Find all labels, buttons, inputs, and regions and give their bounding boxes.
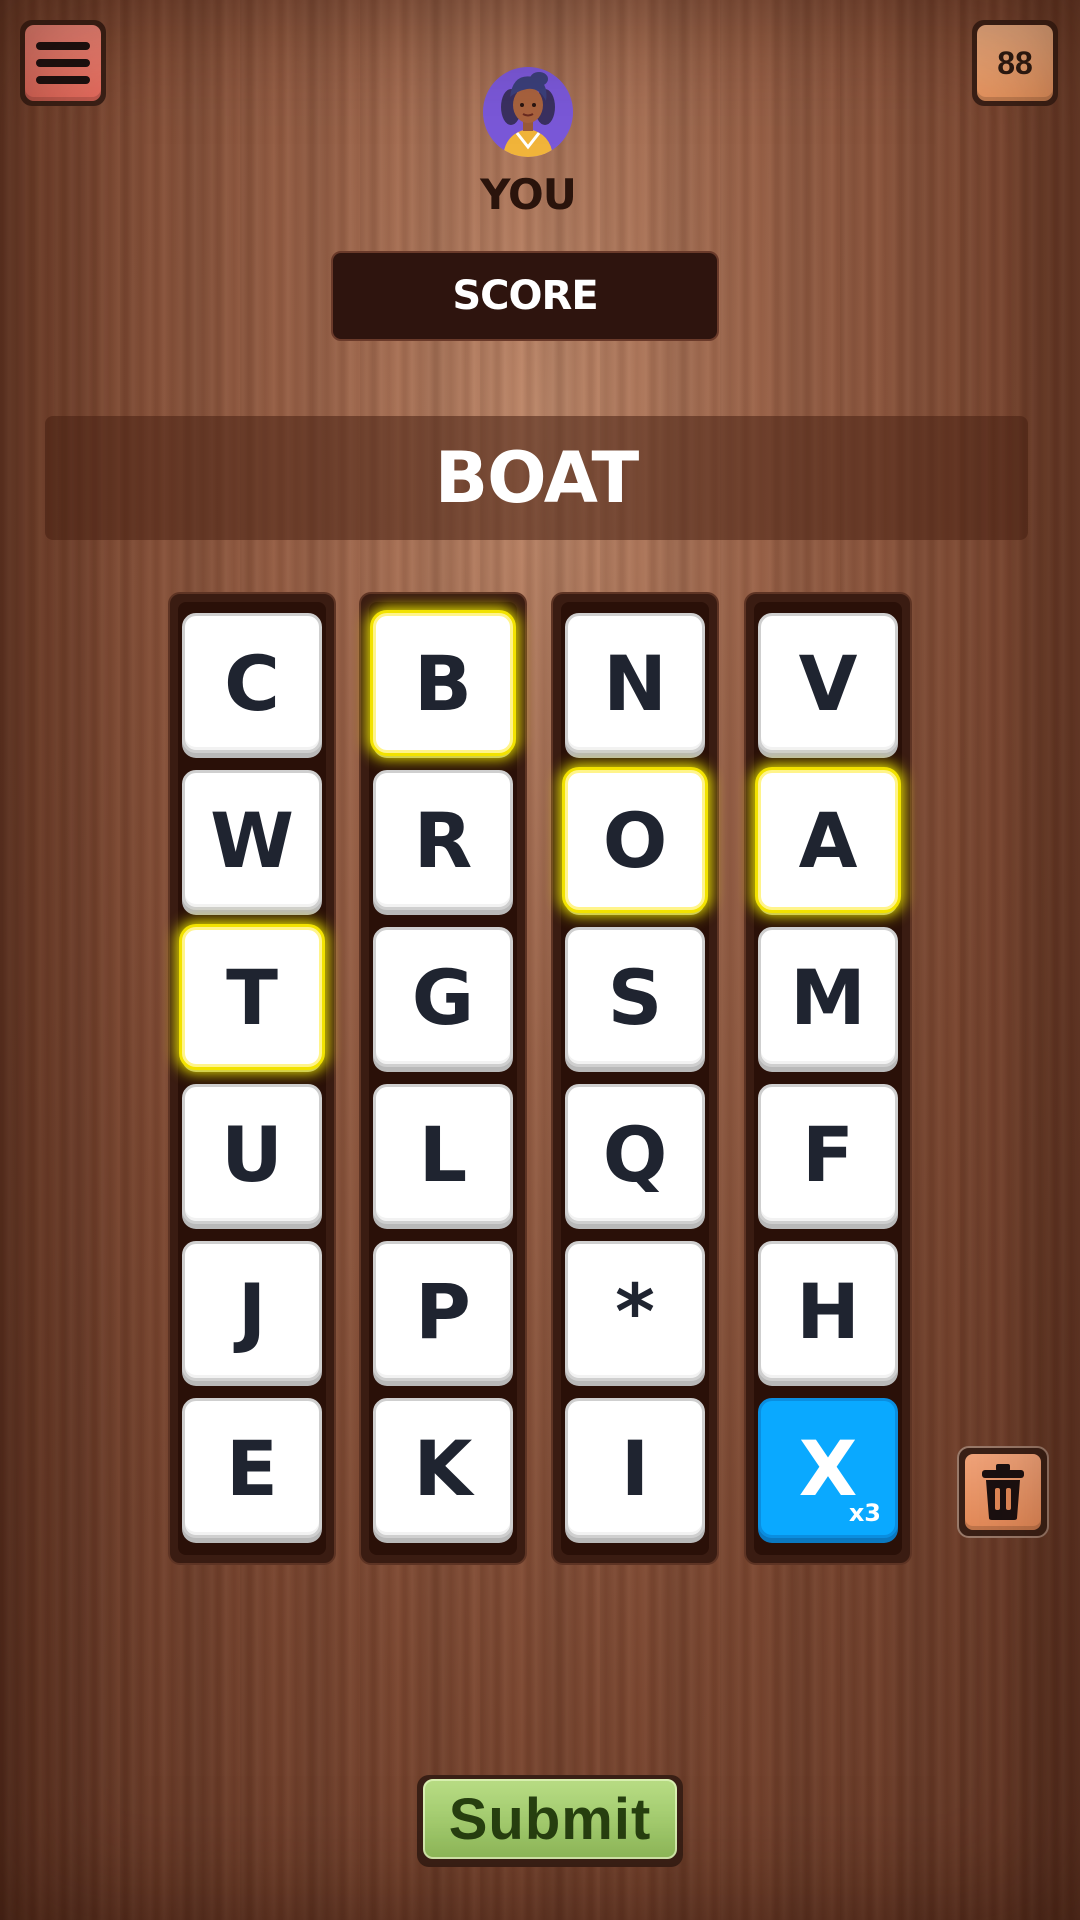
hamburger-menu-icon [36,42,90,84]
letter-tile-p[interactable]: P [373,1241,513,1381]
letter-tile-v[interactable]: V [758,613,898,753]
avatar-portrait-icon [483,67,573,157]
letter-tile-u[interactable]: U [182,1084,322,1224]
clear-button[interactable] [957,1446,1049,1538]
letter-tile-k[interactable]: K [373,1398,513,1538]
letter-tile-n[interactable]: N [565,613,705,753]
letter-tile-g[interactable]: G [373,927,513,1067]
letter-tile-o[interactable]: O [565,770,705,910]
tile-multiplier: x3 [848,1499,881,1527]
letter-tile-wildcard[interactable]: * [565,1241,705,1381]
menu-button[interactable] [20,20,106,106]
score-label: SCORE [331,251,719,341]
trash-icon [982,1464,1024,1520]
counter-value: 88 [977,25,1053,101]
player-name: YOU [480,170,577,219]
letter-tile-l[interactable]: L [373,1084,513,1224]
letter-tile-r[interactable]: R [373,770,513,910]
coin-counter[interactable]: 88 [972,20,1058,106]
letter-tile-i[interactable]: I [565,1398,705,1538]
letter-tile-a[interactable]: A [758,770,898,910]
letter-tile-q[interactable]: Q [565,1084,705,1224]
letter-tile-b[interactable]: B [373,613,513,753]
submit-label: Submit [423,1779,677,1859]
letter-tile-e[interactable]: E [182,1398,322,1538]
player-avatar [483,67,573,157]
letter-tile-x[interactable]: Xx3 [758,1398,898,1538]
letter-tile-s[interactable]: S [565,927,705,1067]
letter-tile-j[interactable]: J [182,1241,322,1381]
letter-tile-c[interactable]: C [182,613,322,753]
letter-tile-h[interactable]: H [758,1241,898,1381]
letter-tile-f[interactable]: F [758,1084,898,1224]
letter-tile-m[interactable]: M [758,927,898,1067]
submit-button[interactable]: Submit [417,1775,683,1867]
letter-tile-t[interactable]: T [182,927,322,1067]
current-word: BOAT [45,416,1028,540]
letter-tile-w[interactable]: W [182,770,322,910]
